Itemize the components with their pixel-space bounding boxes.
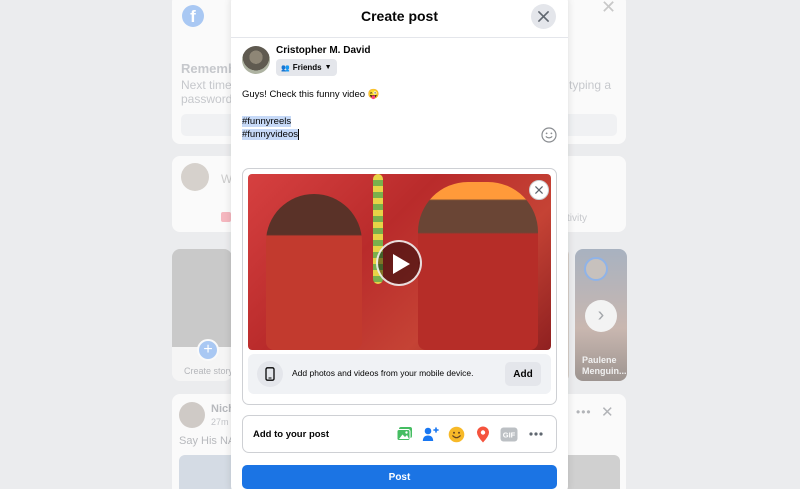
media-attachment: Add photos and videos from your mobile d…	[242, 168, 557, 405]
remember-title: Rememb	[181, 61, 236, 76]
close-icon: ✕	[601, 0, 617, 17]
video-figure	[418, 182, 538, 350]
audience-selector-button[interactable]: 👥 Friends ▼	[276, 59, 337, 76]
feeling-icon	[448, 426, 464, 442]
avatar	[179, 402, 205, 428]
dialog-header: Create post	[231, 0, 568, 38]
play-icon	[393, 254, 410, 274]
close-icon	[535, 186, 543, 194]
photo-video-button[interactable]	[395, 425, 413, 443]
play-button[interactable]	[376, 240, 422, 286]
mobile-phone-icon	[257, 361, 283, 387]
text-cursor	[297, 128, 299, 140]
post-time: 27m	[211, 417, 229, 427]
emoji-icon[interactable]	[541, 127, 557, 143]
feeling-activity-button[interactable]	[447, 425, 465, 443]
story-name: Paulene Menguin...	[582, 355, 627, 376]
mobile-upload-row: Add photos and videos from your mobile d…	[248, 354, 551, 394]
chevron-right-icon: ›	[585, 300, 617, 332]
create-post-dialog: Create post Cristopher M. David 👥 Friend…	[231, 0, 568, 489]
add-from-mobile-button[interactable]: Add	[505, 362, 541, 386]
gif-button[interactable]: GIF	[500, 425, 518, 443]
close-icon	[538, 11, 549, 22]
create-story-label: Create story	[184, 366, 234, 376]
activity-label: tivity	[567, 213, 587, 224]
photo-video-icon	[396, 427, 412, 441]
post-hashtags[interactable]: #funnyreels #funnyvideos	[242, 115, 299, 141]
gif-icon: GIF	[500, 427, 518, 441]
more-icon	[529, 432, 543, 436]
create-story-card	[172, 249, 232, 381]
add-to-post-bar: Add to your post GIF	[242, 415, 557, 453]
plus-icon: +	[197, 339, 219, 361]
facebook-logo-icon: f	[182, 5, 204, 27]
typing-text: typing a	[569, 78, 612, 92]
location-pin-icon	[477, 426, 489, 442]
friends-icon: 👥	[281, 64, 290, 72]
video-figure	[266, 194, 362, 350]
hashtag: #funnyvideos	[242, 129, 298, 140]
close-icon: ✕	[601, 404, 614, 421]
gif-label: GIF	[503, 430, 516, 439]
video-preview[interactable]	[248, 174, 551, 350]
tag-people-button[interactable]	[421, 425, 439, 443]
dialog-title: Create post	[360, 8, 439, 24]
mobile-upload-text: Add photos and videos from your mobile d…	[292, 368, 474, 378]
tag-people-icon	[422, 427, 439, 441]
story-avatar	[584, 257, 608, 281]
story-image	[172, 249, 232, 347]
post-button[interactable]: Post	[242, 465, 557, 489]
add-to-post-label: Add to your post	[253, 429, 329, 440]
check-in-button[interactable]	[474, 425, 492, 443]
avatar[interactable]	[242, 46, 270, 74]
post-image	[179, 455, 237, 489]
live-video-icon	[221, 212, 231, 222]
more-icon: •••	[576, 405, 592, 419]
more-options-button[interactable]	[527, 425, 545, 443]
post-text[interactable]: Guys! Check this funny video 😜	[242, 89, 380, 100]
avatar	[181, 163, 209, 191]
caret-down-icon: ▼	[324, 64, 332, 71]
user-name: Cristopher M. David	[276, 45, 371, 56]
post-image	[562, 455, 620, 489]
hashtag: #funnyreels	[242, 116, 292, 127]
remove-media-button[interactable]	[529, 180, 549, 200]
audience-label: Friends	[292, 63, 322, 72]
close-dialog-button[interactable]	[531, 4, 556, 29]
